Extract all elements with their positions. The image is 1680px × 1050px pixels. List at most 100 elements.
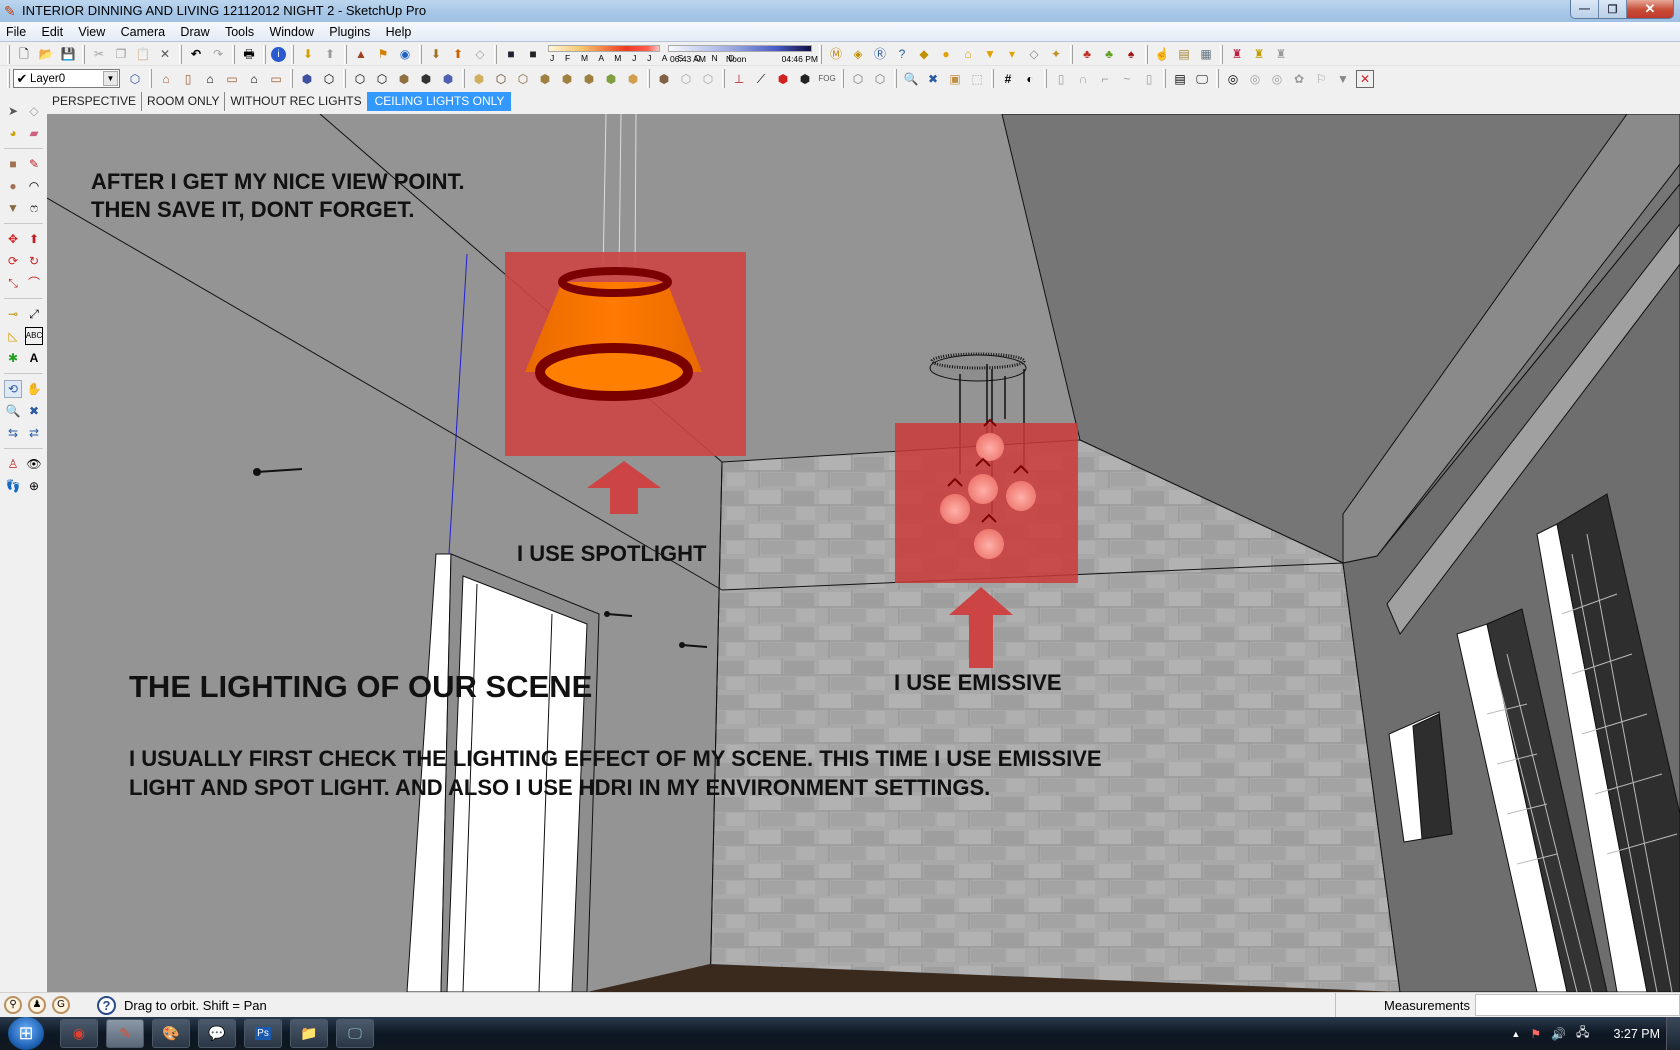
- help-icon[interactable]: ?: [97, 996, 116, 1015]
- print-icon[interactable]: 🖶: [240, 45, 258, 63]
- protractor-icon[interactable]: ◺: [4, 327, 22, 345]
- zoom-extents-icon[interactable]: ✖: [924, 70, 942, 88]
- chevron-down-icon[interactable]: ▼: [103, 71, 118, 86]
- polygon-tool-icon[interactable]: ▼: [4, 199, 22, 217]
- box-6-icon[interactable]: ⬢: [580, 70, 598, 88]
- red-cube-icon[interactable]: ⬢: [774, 70, 792, 88]
- arc-tool-icon[interactable]: ◠: [25, 177, 43, 195]
- roof-tool-icon[interactable]: ~: [1118, 70, 1136, 88]
- right-view-icon[interactable]: ▭: [223, 70, 241, 88]
- menu-plugins[interactable]: Plugins: [323, 22, 376, 41]
- zoom-tool-icon[interactable]: 🔍: [4, 402, 22, 420]
- section-plane-icon[interactable]: ⊕: [25, 477, 43, 495]
- move-tool-icon[interactable]: ✥: [4, 230, 22, 248]
- 3d-text-icon[interactable]: A: [25, 349, 43, 367]
- omni-light-icon[interactable]: ●: [937, 45, 955, 63]
- zoom-window-icon[interactable]: 🔍: [902, 70, 920, 88]
- iso-view-icon[interactable]: ⌂: [157, 70, 175, 88]
- credits-icon[interactable]: ♟: [28, 996, 46, 1014]
- axes-icon[interactable]: ⊥: [730, 70, 748, 88]
- open-icon[interactable]: 📂: [37, 45, 55, 63]
- share-model-icon[interactable]: ⬆: [321, 45, 339, 63]
- freehand-tool-icon[interactable]: ෆ: [25, 199, 43, 217]
- get-models-icon[interactable]: ⬇: [299, 45, 317, 63]
- taskbar-paint[interactable]: 🎨: [152, 1019, 190, 1048]
- door-tool-icon[interactable]: ∩: [1074, 70, 1092, 88]
- section-a-icon[interactable]: ⬡: [677, 70, 695, 88]
- sign-in-icon[interactable]: G: [52, 996, 70, 1014]
- emissive-icon[interactable]: ✦: [1047, 45, 1065, 63]
- black-cube-icon[interactable]: ⬢: [796, 70, 814, 88]
- menu-window[interactable]: Window: [263, 22, 319, 41]
- start-button[interactable]: ⊞: [8, 1017, 44, 1050]
- shadow-settings-icon[interactable]: ■: [502, 45, 520, 63]
- box-8-icon[interactable]: ⬢: [624, 70, 642, 88]
- remove-icon[interactable]: ✕: [1356, 69, 1374, 88]
- get-component-icon[interactable]: ⬇: [427, 45, 445, 63]
- model-info-icon[interactable]: i: [271, 46, 286, 62]
- plant-rw-icon[interactable]: ♠: [1122, 45, 1140, 63]
- text-tool-icon[interactable]: ABC: [25, 327, 43, 345]
- select-tool-icon[interactable]: ➤: [4, 102, 22, 120]
- shape-icon[interactable]: ▼: [1334, 70, 1352, 88]
- tab-without-rec-lights[interactable]: WITHOUT REC LIGHTS: [225, 91, 368, 111]
- grid-icon[interactable]: #: [999, 70, 1017, 88]
- box-2-icon[interactable]: ⬡: [492, 70, 510, 88]
- paint-bucket-icon[interactable]: ◕: [4, 124, 22, 142]
- grid-tool-icon[interactable]: ▦: [1197, 45, 1215, 63]
- zoom-window-tool-icon[interactable]: ✖: [25, 402, 43, 420]
- menu-draw[interactable]: Draw: [174, 22, 215, 41]
- menu-edit[interactable]: Edit: [36, 22, 70, 41]
- fog-icon[interactable]: FOG: [818, 70, 836, 88]
- ies-light-icon[interactable]: ▼: [981, 45, 999, 63]
- menu-help[interactable]: Help: [380, 22, 418, 41]
- push-pull-icon[interactable]: ⬆: [25, 230, 43, 248]
- menu-file[interactable]: File: [0, 22, 32, 41]
- gear-icon[interactable]: ✿: [1290, 70, 1308, 88]
- add-location-icon[interactable]: ⚑: [374, 45, 392, 63]
- stair-tool-icon[interactable]: ⌐: [1096, 70, 1114, 88]
- paste-icon[interactable]: 📋: [134, 45, 152, 63]
- rotate-light-icon[interactable]: Ⓡ: [871, 45, 889, 63]
- volume-icon[interactable]: 🔊: [1551, 1027, 1566, 1041]
- 3d-viewport[interactable]: AFTER I GET MY NICE VIEW POINT. THEN SAV…: [47, 114, 1680, 992]
- wall-tool-icon[interactable]: ▯: [1052, 70, 1070, 88]
- camera-a-icon[interactable]: ⬡: [849, 70, 867, 88]
- previous-tool-icon[interactable]: ⇆: [4, 424, 22, 442]
- menu-view[interactable]: View: [72, 22, 111, 41]
- pan-tool-icon[interactable]: ✋: [25, 380, 43, 398]
- position-camera-tool-icon[interactable]: ♙: [4, 455, 22, 473]
- box-5-icon[interactable]: ⬢: [558, 70, 576, 88]
- box-4-icon[interactable]: ⬢: [536, 70, 554, 88]
- sun-icon[interactable]: ◐: [1021, 70, 1039, 88]
- license-icon[interactable]: ◆: [915, 45, 933, 63]
- cut-icon[interactable]: ✂: [90, 45, 108, 63]
- copy-icon[interactable]: ❐: [112, 45, 130, 63]
- taskbar-sketchup[interactable]: ✎: [106, 1019, 144, 1048]
- undo-icon[interactable]: ↶: [187, 45, 205, 63]
- google-earth-icon[interactable]: ◉: [396, 45, 414, 63]
- next-tool-icon[interactable]: ⇄: [25, 424, 43, 442]
- photo-texture-icon[interactable]: ▲: [352, 45, 370, 63]
- show-desktop-button[interactable]: [1666, 1017, 1680, 1050]
- display-icon[interactable]: 🖵: [1193, 70, 1211, 88]
- new-icon[interactable]: 🗋: [15, 45, 33, 63]
- material-editor-icon[interactable]: Ⓜ: [827, 45, 845, 63]
- section-b-icon[interactable]: ⬡: [699, 70, 717, 88]
- monochrome-icon[interactable]: ⬢: [439, 70, 457, 88]
- action-center-icon[interactable]: ⚑: [1530, 1027, 1541, 1041]
- minimize-button[interactable]: —: [1571, 0, 1599, 18]
- hand-tool-icon[interactable]: ☝: [1153, 45, 1171, 63]
- back-view-icon[interactable]: ⌂: [245, 70, 263, 88]
- rotate-tool-icon[interactable]: ⟳: [4, 252, 22, 270]
- render-icon[interactable]: ◈: [849, 45, 867, 63]
- menu-camera[interactable]: Camera: [115, 22, 171, 41]
- box-1-icon[interactable]: ⬢: [470, 70, 488, 88]
- flag-icon[interactable]: ⚐: [1312, 70, 1330, 88]
- taskbar-screen[interactable]: 🖵: [336, 1019, 374, 1048]
- bottle-white-icon[interactable]: ♜: [1272, 45, 1290, 63]
- eraser-icon[interactable]: ▰: [25, 124, 43, 142]
- xray-icon[interactable]: ⬢: [298, 70, 316, 88]
- top-view-icon[interactable]: ⌂: [201, 70, 219, 88]
- rectangle-tool-icon[interactable]: ■: [4, 155, 22, 173]
